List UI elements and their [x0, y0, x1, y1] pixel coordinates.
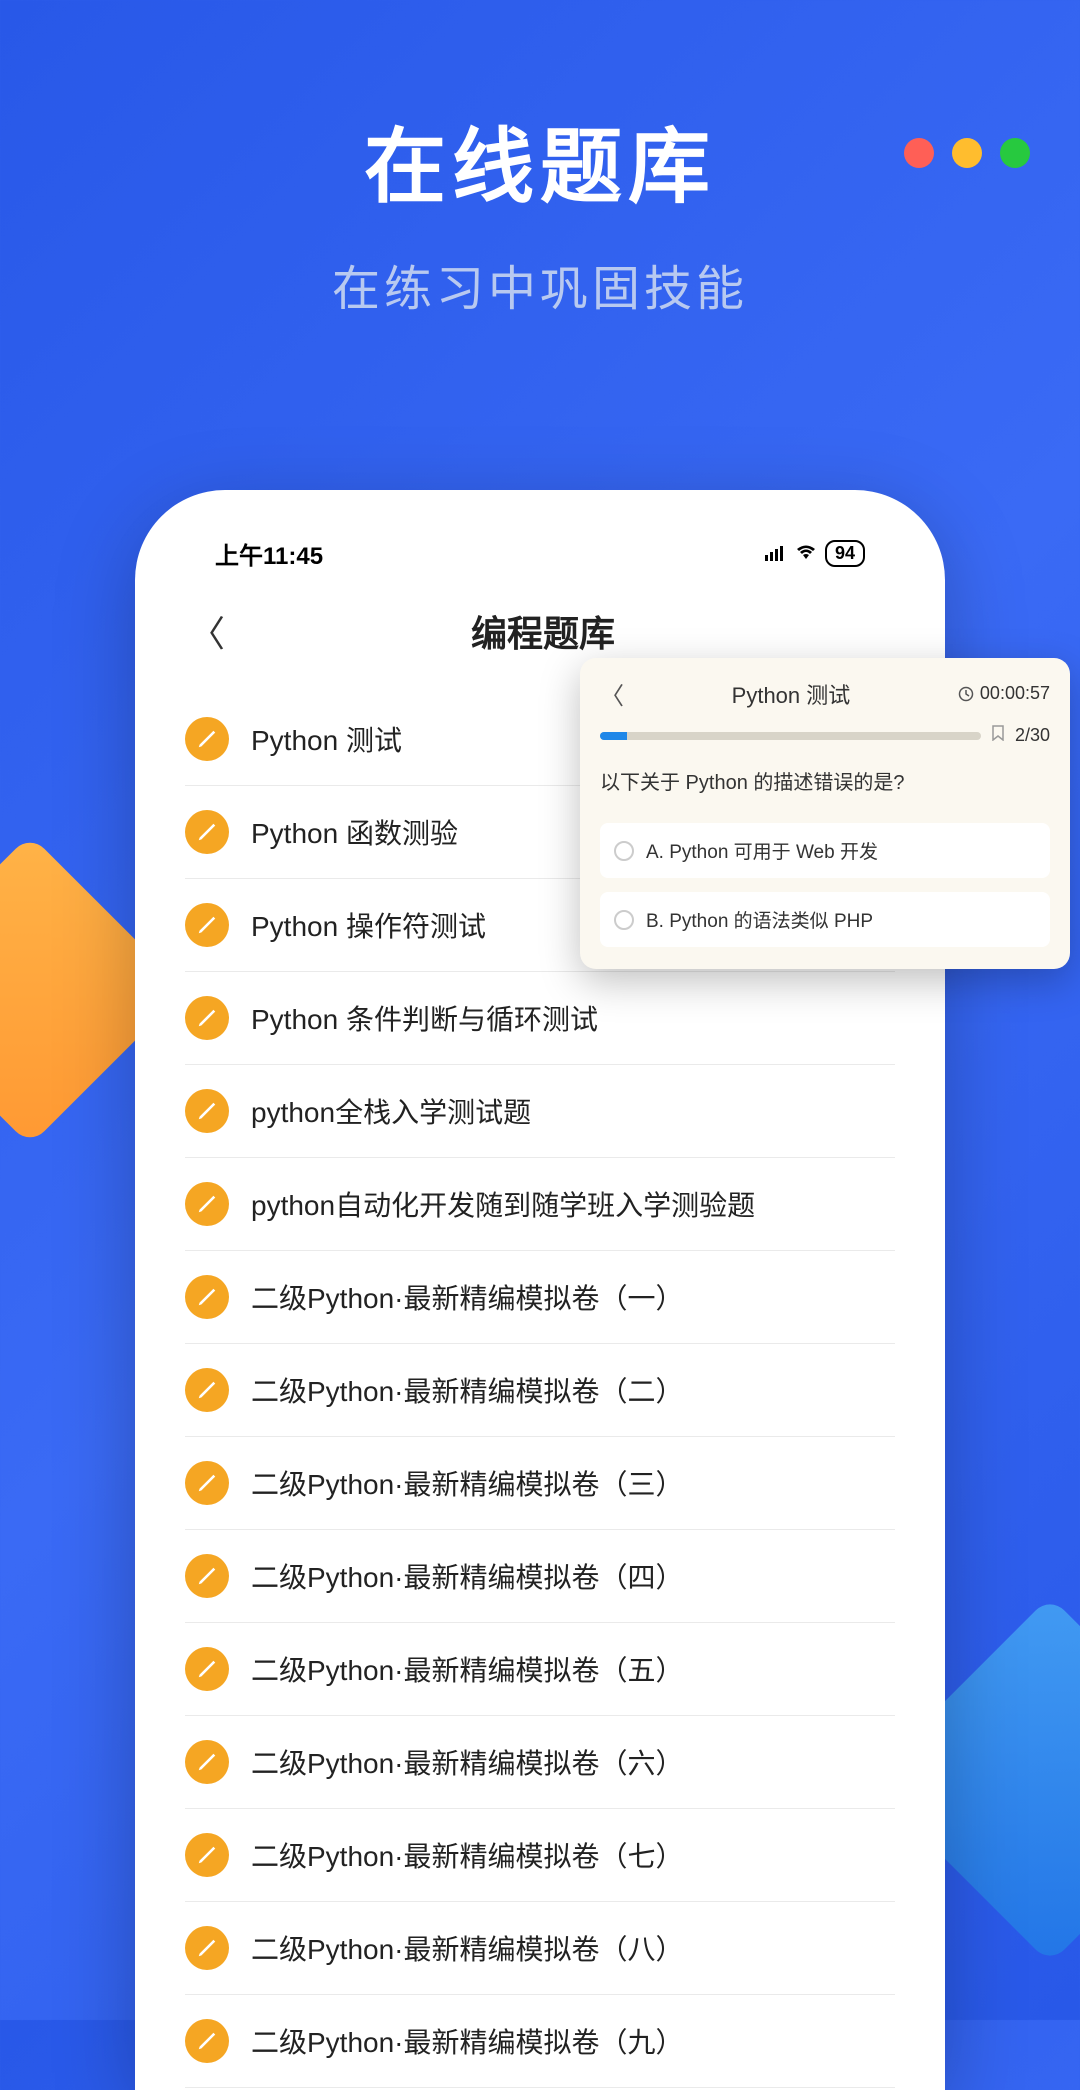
list-item[interactable]: python全栈入学测试题: [185, 1065, 895, 1158]
battery-level: 94: [825, 540, 865, 567]
pencil-icon: [185, 1833, 229, 1877]
list-item-label: 二级Python·最新精编模拟卷（五）: [251, 1649, 684, 1689]
pencil-icon: [185, 1647, 229, 1691]
clock-icon: [958, 686, 974, 702]
status-bar: 上午11:45 94: [185, 536, 895, 571]
list-item[interactable]: 二级Python·最新精编模拟卷（五）: [185, 1623, 895, 1716]
list-item-label: Python 函数测验: [251, 812, 458, 852]
pencil-icon: [185, 1182, 229, 1226]
page-title: 编程题库: [195, 605, 891, 657]
list-item-label: 二级Python·最新精编模拟卷（六）: [251, 1742, 684, 1782]
minimize-dot-icon: [952, 138, 982, 168]
progress-count: 2/30: [1015, 725, 1050, 746]
pencil-icon: [185, 1740, 229, 1784]
pencil-icon: [185, 1275, 229, 1319]
list-item-label: Python 条件判断与循环测试: [251, 998, 598, 1038]
list-item-label: Python 测试: [251, 719, 402, 759]
list-item[interactable]: 二级Python·最新精编模拟卷（二）: [185, 1344, 895, 1437]
pencil-icon: [185, 996, 229, 1040]
app-header: 〈 编程题库: [185, 605, 895, 657]
list-item[interactable]: 二级Python·最新精编模拟卷（八）: [185, 1902, 895, 1995]
question-text: 以下关于 Python 的描述错误的是?: [600, 766, 1050, 795]
radio-icon: [614, 841, 634, 861]
timer-value: 00:00:57: [980, 683, 1050, 704]
answer-option[interactable]: A. Python 可用于 Web 开发: [600, 823, 1050, 878]
close-dot-icon: [904, 138, 934, 168]
list-item[interactable]: python自动化开发随到随学班入学测验题: [185, 1158, 895, 1251]
list-item-label: python全栈入学测试题: [251, 1091, 531, 1131]
list-item-label: Python 操作符测试: [251, 905, 486, 945]
list-item[interactable]: Python 条件判断与循环测试: [185, 972, 895, 1065]
popup-back-button[interactable]: 〈: [600, 676, 624, 711]
list-item[interactable]: 二级Python·最新精编模拟卷（一）: [185, 1251, 895, 1344]
window-traffic-lights: [904, 138, 1030, 168]
list-item[interactable]: 二级Python·最新精编模拟卷（七）: [185, 1809, 895, 1902]
option-text: A. Python 可用于 Web 开发: [646, 837, 878, 864]
status-time: 上午11:45: [215, 536, 323, 571]
pencil-icon: [185, 1368, 229, 1412]
pencil-icon: [185, 1926, 229, 1970]
maximize-dot-icon: [1000, 138, 1030, 168]
radio-icon: [614, 910, 634, 930]
list-item[interactable]: 二级Python·最新精编模拟卷（九）: [185, 1995, 895, 2088]
signal-icon: [765, 541, 787, 567]
progress-bar: [600, 732, 981, 740]
popup-timer: 00:00:57: [958, 683, 1050, 704]
pencil-icon: [185, 1089, 229, 1133]
answer-option[interactable]: B. Python 的语法类似 PHP: [600, 892, 1050, 947]
list-item-label: 二级Python·最新精编模拟卷（三）: [251, 1463, 684, 1503]
progress-fill: [600, 732, 627, 740]
wifi-icon: [795, 541, 817, 567]
option-text: B. Python 的语法类似 PHP: [646, 906, 873, 933]
list-item[interactable]: 二级Python·最新精编模拟卷（四）: [185, 1530, 895, 1623]
list-item-label: python自动化开发随到随学班入学测验题: [251, 1184, 755, 1224]
list-item-label: 二级Python·最新精编模拟卷（七）: [251, 1835, 684, 1875]
popup-title: Python 测试: [634, 678, 948, 710]
pencil-icon: [185, 2019, 229, 2063]
pencil-icon: [185, 1554, 229, 1598]
hero-subtitle: 在练习中巩固技能: [0, 249, 1080, 319]
list-item[interactable]: 二级Python·最新精编模拟卷（六）: [185, 1716, 895, 1809]
pencil-icon: [185, 1461, 229, 1505]
status-right: 94: [765, 540, 865, 567]
list-item-label: 二级Python·最新精编模拟卷（四）: [251, 1556, 684, 1596]
list-item[interactable]: 二级Python·最新精编模拟卷（三）: [185, 1437, 895, 1530]
bookmark-icon[interactable]: [991, 725, 1005, 746]
list-item-label: 二级Python·最新精编模拟卷（二）: [251, 1370, 684, 1410]
list-item-label: 二级Python·最新精编模拟卷（一）: [251, 1277, 684, 1317]
list-item-label: 二级Python·最新精编模拟卷（九）: [251, 2021, 684, 2061]
options-list: A. Python 可用于 Web 开发 B. Python 的语法类似 PHP: [600, 823, 1050, 947]
pencil-icon: [185, 903, 229, 947]
pencil-icon: [185, 810, 229, 854]
list-item-label: 二级Python·最新精编模拟卷（八）: [251, 1928, 684, 1968]
pencil-icon: [185, 717, 229, 761]
quiz-preview-popup: 〈 Python 测试 00:00:57 2/30 以下关于 Python 的描…: [580, 658, 1070, 969]
